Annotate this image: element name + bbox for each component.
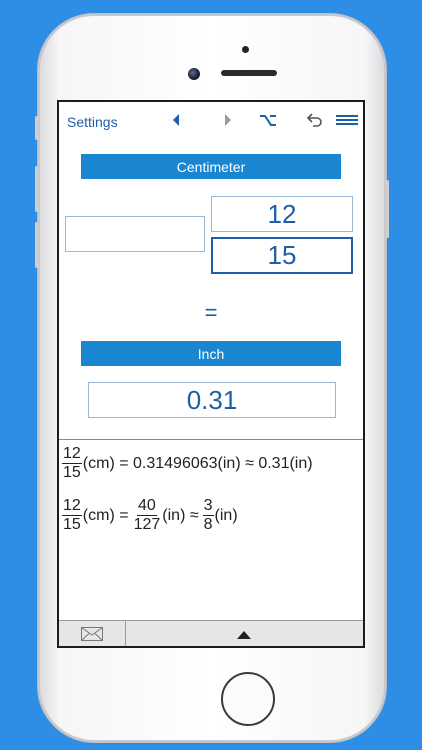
power-button — [386, 180, 389, 238]
proximity-sensor — [242, 46, 249, 53]
menu-icon[interactable] — [335, 110, 359, 130]
mail-icon[interactable] — [59, 621, 126, 646]
mute-switch — [35, 116, 38, 140]
fraction-formula: 12 15 (cm) = 40 127 (in) ≈ 3 8 (in) — [61, 497, 238, 534]
equals-sign: = — [204, 300, 218, 325]
decimal-formula-text: (cm) = 0.31496063(in) ≈ 0.31(in) — [82, 454, 313, 472]
formula-segment: (cm) = — [82, 506, 129, 524]
settings-button[interactable]: Settings — [67, 114, 118, 130]
undo-icon[interactable] — [303, 110, 325, 130]
formula-segment: (in) ≈ — [162, 506, 199, 524]
fraction-12-15: 12 15 — [62, 445, 82, 481]
app-screen: Settings Centimeter 12 15 = Inch 0.31 12… — [57, 100, 365, 648]
earpiece-speaker — [221, 70, 277, 76]
decimal-formula: 12 15 (cm) = 0.31496063(in) ≈ 0.31(in) — [61, 445, 313, 482]
formula-segment: (in) — [214, 506, 238, 524]
divider — [59, 439, 363, 440]
toolbar: Settings — [59, 102, 363, 140]
numerator-input[interactable]: 12 — [211, 196, 353, 232]
whole-number-input[interactable] — [65, 216, 205, 252]
fraction-3-8: 3 8 — [202, 497, 214, 533]
front-camera — [188, 68, 200, 80]
from-unit-selector[interactable]: Centimeter — [81, 154, 341, 179]
volume-down-button — [35, 222, 38, 268]
fraction-12-15: 12 15 — [62, 497, 82, 533]
forward-arrow-icon[interactable] — [217, 110, 239, 130]
volume-up-button — [35, 166, 38, 212]
bottom-bar — [59, 620, 363, 646]
option-key-icon[interactable] — [257, 110, 279, 130]
fraction-40-127: 40 127 — [133, 497, 161, 533]
to-unit-selector[interactable]: Inch — [81, 341, 341, 366]
result-value: 0.31 — [88, 382, 336, 418]
expand-up-icon[interactable] — [234, 627, 254, 643]
home-button[interactable] — [221, 672, 275, 726]
denominator-input[interactable]: 15 — [211, 237, 353, 274]
back-arrow-icon[interactable] — [165, 110, 187, 130]
